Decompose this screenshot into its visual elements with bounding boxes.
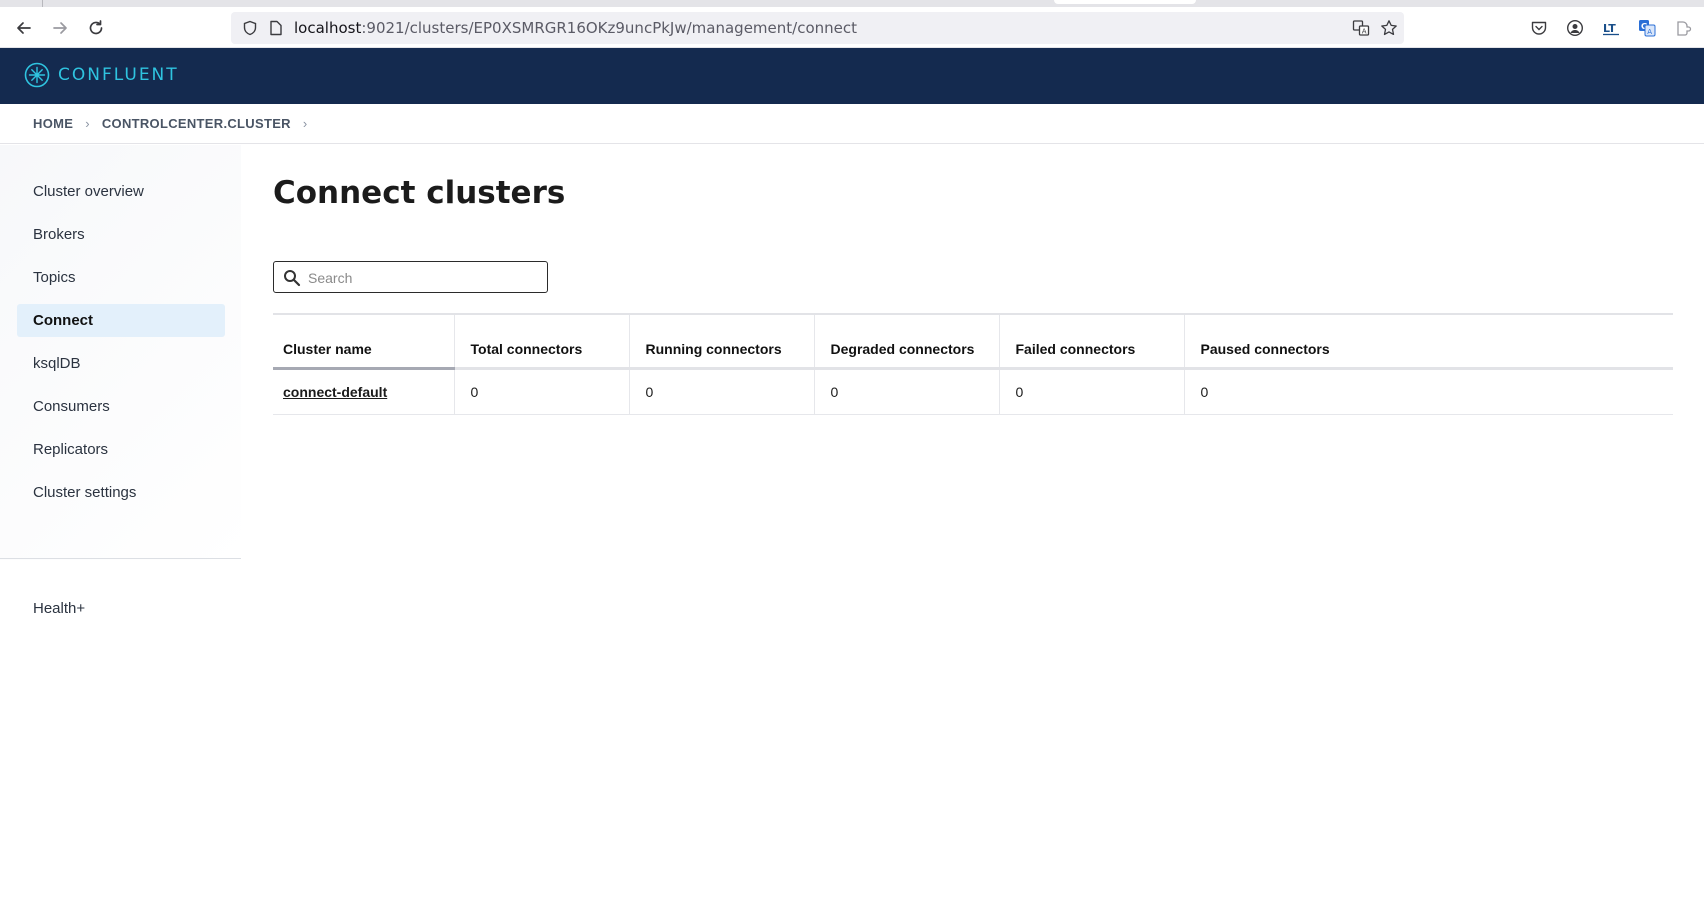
connect-clusters-table: Cluster name Total connectors Running co… [273, 313, 1673, 415]
confluent-logo-icon [24, 62, 50, 88]
confluent-logo[interactable]: CONFLUENT [24, 62, 179, 88]
page-title: Connect clusters [273, 175, 566, 211]
sidebar-item-brokers[interactable]: Brokers [17, 218, 225, 251]
sidebar-item-topics[interactable]: Topics [17, 261, 225, 294]
sidebar-item-health-plus[interactable]: Health+ [33, 600, 85, 617]
cell-degraded-connectors: 0 [813, 368, 999, 415]
chevron-right-icon: › [302, 116, 308, 131]
url-path: :9021/clusters/EP0XSMRGR16OKz9uncPkJw/ma… [361, 19, 857, 37]
pocket-icon[interactable] [1525, 14, 1553, 42]
column-header-degraded-connectors[interactable]: Degraded connectors [813, 314, 999, 370]
tab-separator [42, 0, 43, 7]
browser-toolbar: localhost:9021/clusters/EP0XSMRGR16OKz9u… [0, 7, 1704, 48]
breadcrumb-home[interactable]: HOME [33, 116, 73, 131]
sidebar-item-cluster-overview[interactable]: Cluster overview [17, 175, 225, 208]
brand-name: CONFLUENT [58, 65, 179, 85]
column-header-running-connectors[interactable]: Running connectors [628, 314, 814, 370]
svg-text:A: A [1647, 28, 1652, 36]
sidebar-item-cluster-settings[interactable]: Cluster settings [17, 476, 225, 509]
column-header-failed-connectors[interactable]: Failed connectors [998, 314, 1184, 370]
back-icon[interactable] [10, 14, 38, 42]
url-text[interactable]: localhost:9021/clusters/EP0XSMRGR16OKz9u… [294, 19, 857, 37]
url-host: localhost [294, 19, 362, 37]
cell-failed-connectors: 0 [998, 368, 1184, 415]
cell-running-connectors: 0 [628, 368, 814, 415]
reload-icon[interactable] [82, 14, 110, 42]
sidebar-item-connect[interactable]: Connect [17, 304, 225, 337]
sidebar-nav: Cluster overview Brokers Topics Connect … [17, 175, 225, 519]
cluster-name-link[interactable]: connect-default [283, 384, 387, 400]
breadcrumb-cluster[interactable]: CONTROLCENTER.CLUSTER [102, 116, 291, 131]
cell-paused-connectors: 0 [1183, 368, 1673, 415]
address-bar[interactable]: localhost:9021/clusters/EP0XSMRGR16OKz9u… [231, 12, 1404, 44]
shield-icon[interactable] [240, 18, 260, 38]
cell-cluster-name: connect-default [273, 368, 454, 415]
chevron-right-icon: › [85, 116, 90, 131]
column-header-paused-connectors[interactable]: Paused connectors [1183, 314, 1673, 370]
app-header: CONFLUENT [0, 48, 1704, 104]
sidebar-divider [0, 558, 241, 559]
browser-tab-strip [0, 0, 1704, 7]
translator-extension-icon[interactable]: GA [1633, 14, 1661, 42]
active-tab[interactable] [1054, 0, 1196, 4]
extension-icon[interactable] [1669, 14, 1697, 42]
account-icon[interactable] [1561, 14, 1589, 42]
column-header-cluster-name[interactable]: Cluster name [273, 314, 454, 370]
svg-text:A: A [1362, 28, 1367, 36]
table-row: connect-default 0 0 0 0 0 [273, 368, 1673, 415]
sidebar-item-replicators[interactable]: Replicators [17, 433, 225, 466]
svg-text:LT: LT [1603, 22, 1616, 35]
languagetool-icon[interactable]: LT [1597, 14, 1625, 42]
search-input[interactable] [308, 267, 538, 289]
sidebar-item-consumers[interactable]: Consumers [17, 390, 225, 423]
table-header-row: Cluster name Total connectors Running co… [273, 314, 1673, 370]
search-icon [284, 270, 301, 287]
breadcrumb: HOME › CONTROLCENTER.CLUSTER › [0, 104, 1704, 144]
translate-icon[interactable]: A [1351, 18, 1371, 38]
search-box[interactable] [273, 261, 548, 293]
bookmark-star-icon[interactable] [1379, 18, 1399, 38]
cell-total-connectors: 0 [453, 368, 629, 415]
column-header-total-connectors[interactable]: Total connectors [453, 314, 629, 370]
forward-icon[interactable] [46, 14, 74, 42]
sidebar-item-ksqldb[interactable]: ksqlDB [17, 347, 225, 380]
page-info-icon[interactable] [266, 18, 286, 38]
sidebar: Cluster overview Brokers Topics Connect … [0, 145, 241, 560]
